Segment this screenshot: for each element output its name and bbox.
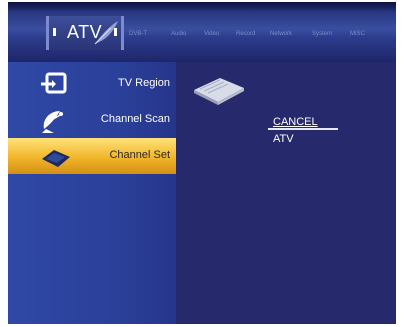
tv-screen: ATV DVB-T Audio Video Record Network Sys… (8, 2, 396, 324)
content-pane: CANCEL ATV (176, 62, 396, 324)
top-shadow (8, 2, 396, 12)
tab-dvbt[interactable]: DVB-T (129, 31, 147, 37)
tab-network[interactable]: Network (270, 31, 292, 37)
tab-atv[interactable]: ATV (46, 16, 124, 50)
menu-label-channel-scan: Channel Scan (100, 113, 170, 125)
tv-region-icon (41, 72, 67, 94)
open-book-icon (194, 78, 244, 105)
menu-label-channel-set: Channel Set (109, 149, 170, 161)
tab-marker-right (114, 28, 117, 36)
top-tab-bar: ATV DVB-T Audio Video Record Network Sys… (8, 2, 396, 62)
left-menu: TV Region Channel Scan Channel Set (8, 62, 176, 324)
channel-set-icon (42, 150, 70, 167)
atv-option[interactable]: ATV (273, 133, 294, 145)
cancel-underline (268, 128, 338, 130)
menu-item-tv-region[interactable]: TV Region (8, 66, 176, 102)
menu-item-channel-set[interactable]: Channel Set (8, 138, 176, 174)
tab-video[interactable]: Video (204, 31, 219, 37)
menu-label-tv-region: TV Region (118, 77, 170, 89)
cancel-option[interactable]: CANCEL (273, 116, 318, 128)
tab-system[interactable]: System (312, 31, 332, 37)
tab-misc[interactable]: MISC (350, 31, 365, 37)
menu-item-channel-scan[interactable]: Channel Scan (8, 102, 176, 138)
tab-audio[interactable]: Audio (171, 31, 186, 37)
tab-marker-left (53, 28, 56, 36)
satellite-dish-icon (42, 111, 63, 133)
tab-record[interactable]: Record (236, 31, 255, 37)
